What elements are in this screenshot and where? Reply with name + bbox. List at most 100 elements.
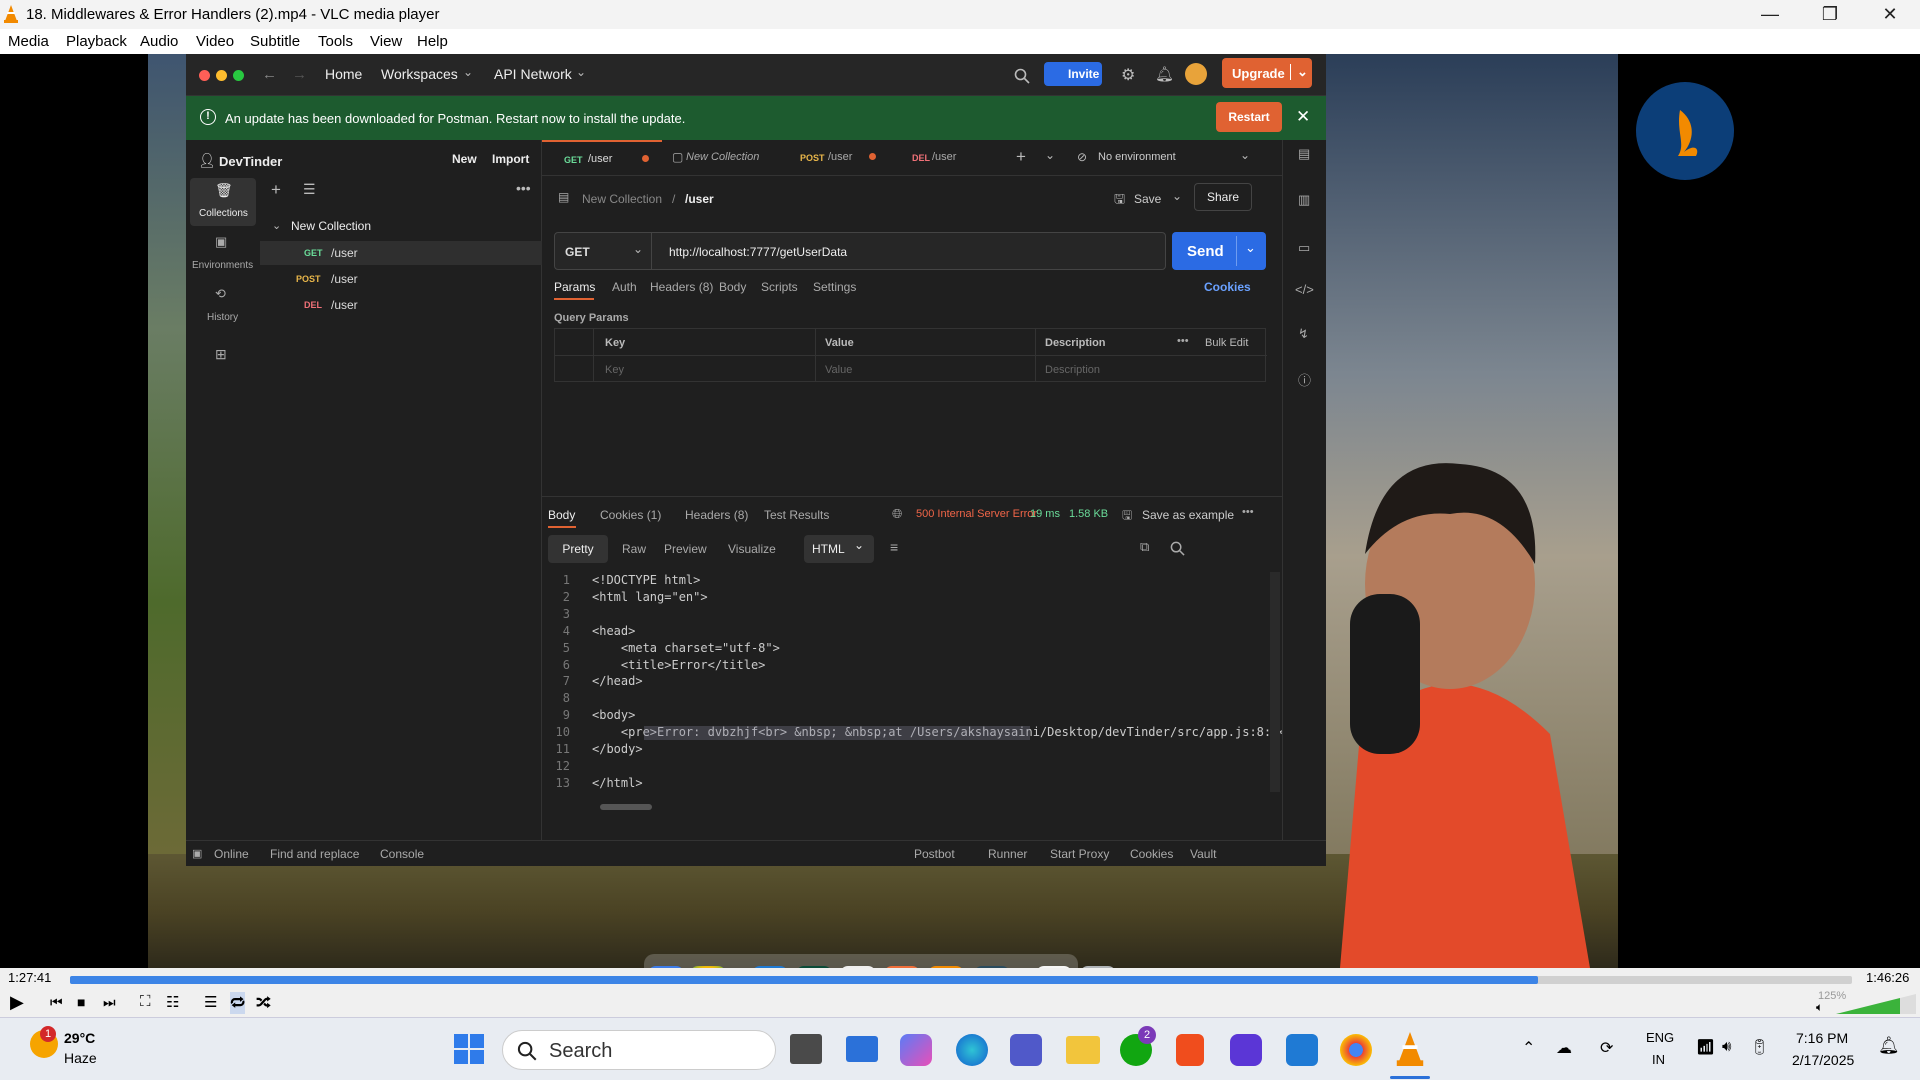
menu-video[interactable]: Video: [196, 33, 234, 50]
format-select[interactable]: HTML ⌄: [804, 535, 874, 563]
more-options-icon[interactable]: •••: [516, 180, 531, 196]
method-select[interactable]: GET: [565, 245, 590, 259]
volume-icon[interactable]: 🔊︎: [1722, 1038, 1731, 1055]
list-item[interactable]: POST /user: [260, 267, 542, 291]
response-size[interactable]: 1.58 KB: [1069, 508, 1108, 520]
nav-api-network[interactable]: API Network: [494, 66, 572, 82]
avatar[interactable]: [1185, 63, 1207, 85]
video-area[interactable]: ← → Home Workspaces ⌄ API Network ⌄ Invi…: [0, 54, 1920, 968]
tab-settings[interactable]: Settings: [813, 280, 856, 294]
import-button[interactable]: Import: [492, 152, 529, 166]
chevron-down-icon[interactable]: ⌄: [633, 242, 643, 256]
wifi-icon[interactable]: 📶︎: [1696, 1038, 1715, 1056]
plus-icon[interactable]: +: [271, 180, 281, 200]
save-button[interactable]: Save: [1134, 192, 1161, 206]
filter-icon[interactable]: ☰: [303, 181, 316, 198]
tab-params[interactable]: Params: [554, 280, 595, 294]
invite-button[interactable]: Invite: [1044, 62, 1102, 86]
code-icon[interactable]: </>: [1295, 282, 1314, 297]
related-icon[interactable]: ↯: [1298, 326, 1309, 342]
sidebar-item-collections[interactable]: 🗑︎ Collections: [190, 178, 256, 226]
menu-tools[interactable]: Tools: [318, 33, 353, 50]
menu-playback[interactable]: Playback: [66, 33, 127, 50]
chevron-down-icon[interactable]: ⌄: [463, 65, 473, 79]
seek-bar[interactable]: [70, 976, 1852, 984]
response-tab-headers[interactable]: Headers (8): [685, 508, 748, 522]
breadcrumb-parent[interactable]: New Collection: [582, 192, 662, 206]
chrome-taskbar-icon[interactable]: [1340, 1034, 1372, 1066]
find-replace-button[interactable]: Find and replace: [270, 847, 359, 861]
response-tab-body[interactable]: Body: [548, 508, 575, 522]
info-icon[interactable]: ⓘ: [1298, 370, 1311, 389]
start-proxy-button[interactable]: Start Proxy: [1050, 847, 1109, 861]
response-code[interactable]: 1 2 3 4 5 6 7 8 9 10 11 12 13 <!DOCTYPE html> <html l…: [542, 572, 1282, 822]
search-icon[interactable]: [1170, 541, 1185, 556]
apps-grid-icon[interactable]: ⊞: [215, 346, 227, 363]
volume-slider[interactable]: [1836, 994, 1916, 1014]
close-button[interactable]: ✕: [1860, 0, 1920, 29]
sidebar-item-environments[interactable]: ▣ Environments: [190, 232, 256, 276]
language-region[interactable]: IN: [1652, 1052, 1665, 1067]
notification-bell-icon[interactable]: 🔔︎: [1878, 1036, 1900, 1056]
restart-button[interactable]: Restart: [1216, 102, 1282, 132]
menu-media[interactable]: Media: [8, 33, 49, 50]
search-icon[interactable]: [1014, 68, 1030, 84]
response-tab-cookies[interactable]: Cookies (1): [600, 508, 661, 522]
vault-button[interactable]: Vault: [1190, 847, 1216, 861]
play-icon[interactable]: ▶: [10, 992, 24, 1013]
tab-post-user[interactable]: POST /user: [782, 140, 882, 176]
onedrive-icon[interactable]: ☁: [1556, 1038, 1572, 1058]
view-tab-visualize[interactable]: Visualize: [728, 542, 776, 556]
vlc-taskbar-icon[interactable]: [1396, 1032, 1424, 1066]
description-input[interactable]: Description: [1045, 364, 1100, 376]
chevron-down-icon[interactable]: ⌄: [1172, 189, 1182, 203]
close-icon[interactable]: ✕: [1296, 107, 1310, 127]
collection-row[interactable]: ⌄ New Collection: [260, 216, 542, 238]
tab-new-collection[interactable]: ▢ New Collection: [662, 140, 772, 176]
key-input[interactable]: Key: [605, 364, 624, 376]
view-tab-raw[interactable]: Raw: [622, 542, 646, 556]
response-tab-tests[interactable]: Test Results: [764, 508, 829, 522]
environment-selector[interactable]: No environment: [1098, 151, 1176, 163]
chevron-up-icon[interactable]: ⌃: [1522, 1038, 1535, 1058]
cookies-button[interactable]: Cookies: [1130, 847, 1173, 861]
mail-icon[interactable]: [846, 1036, 878, 1062]
forward-arrow-icon[interactable]: →: [292, 66, 307, 83]
nav-workspaces[interactable]: Workspaces: [381, 66, 458, 82]
chevron-down-icon[interactable]: ⌄: [1290, 64, 1308, 80]
new-button[interactable]: New: [452, 152, 477, 166]
windows-start-icon[interactable]: [454, 1034, 484, 1064]
edge-icon[interactable]: [956, 1034, 988, 1066]
loop-icon[interactable]: 🔁︎: [230, 992, 246, 1014]
clock-date[interactable]: 2/17/2025: [1792, 1052, 1854, 1068]
tab-body[interactable]: Body: [719, 280, 746, 294]
cookies-link[interactable]: Cookies: [1204, 280, 1251, 294]
postbot-button[interactable]: Postbot: [914, 847, 955, 861]
documentation-icon[interactable]: ▥: [1298, 192, 1310, 208]
clock-time[interactable]: 7:16 PM: [1796, 1030, 1848, 1046]
tab-del-user[interactable]: DEL /user: [892, 140, 992, 176]
brave-icon[interactable]: [1176, 1034, 1204, 1066]
battery-icon[interactable]: 🔋︎: [1750, 1038, 1769, 1056]
menu-view[interactable]: View: [370, 33, 402, 50]
menu-help[interactable]: Help: [417, 33, 448, 50]
restore-button[interactable]: ❐: [1800, 0, 1860, 29]
plus-icon[interactable]: +: [1016, 147, 1026, 167]
sidebar-toggle-icon[interactable]: ▣: [192, 847, 202, 860]
bulk-edit-button[interactable]: Bulk Edit: [1205, 337, 1248, 349]
scrollbar[interactable]: [1270, 572, 1280, 792]
teams-icon[interactable]: [1010, 1034, 1042, 1066]
tab-get-user[interactable]: GET /user: [542, 140, 662, 176]
copilot-icon[interactable]: [900, 1034, 932, 1066]
minimize-button[interactable]: —: [1740, 0, 1800, 29]
tab-scripts[interactable]: Scripts: [761, 280, 798, 294]
back-arrow-icon[interactable]: ←: [262, 66, 277, 83]
language-primary[interactable]: ENG: [1646, 1030, 1674, 1045]
save-as-example-button[interactable]: Save as example: [1142, 508, 1234, 522]
sidebar-item-history[interactable]: ⟲ History: [190, 284, 256, 328]
weather-condition[interactable]: Haze: [64, 1050, 97, 1066]
chevron-down-icon[interactable]: ⌄: [1245, 240, 1256, 256]
response-time[interactable]: 19 ms: [1030, 508, 1060, 520]
tab-auth[interactable]: Auth: [612, 280, 637, 294]
gear-icon[interactable]: ⚙: [1121, 65, 1135, 85]
